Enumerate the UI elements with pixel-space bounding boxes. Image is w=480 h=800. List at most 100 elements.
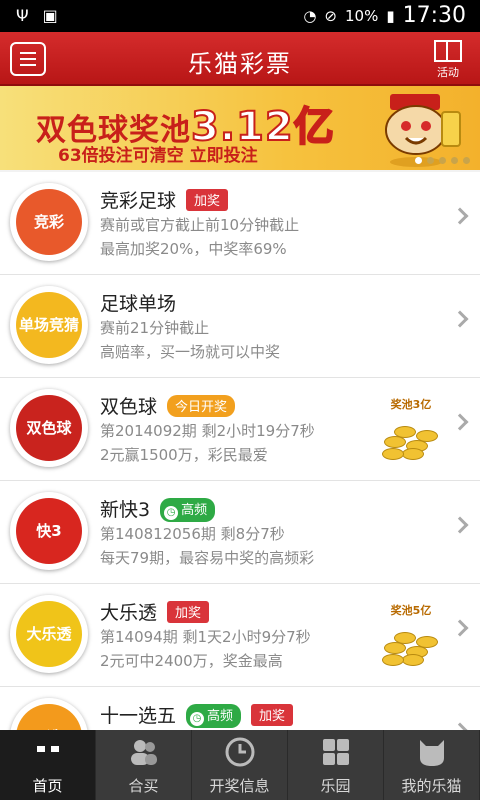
chevron-right-icon <box>451 722 469 730</box>
lottery-name-text: 大乐透 <box>100 602 158 624</box>
lottery-row[interactable]: 大乐透 大乐透 加奖第14094期 剩1天2小时9分7秒 2元可中2400万，奖金最高… <box>0 584 480 687</box>
coin-shape <box>402 448 424 460</box>
lottery-name: 大乐透 加奖 <box>100 598 210 625</box>
people-icon <box>96 736 191 768</box>
banner-pager <box>415 157 470 164</box>
coin-shape <box>394 632 416 644</box>
lottery-logo-text: 大乐透 <box>16 601 82 667</box>
lottery-logo-text: 竞彩 <box>16 189 82 255</box>
lottery-name-text: 十一选五 <box>100 705 177 727</box>
chevron-right-icon <box>451 413 469 431</box>
lottery-logo-text: 快3 <box>16 498 82 564</box>
lottery-desc-line: 每天79期，最容易中奖的高频彩 <box>100 549 315 567</box>
lottery-row[interactable]: 竞彩 竞彩足球 加奖赛前或官方截止前10分钟截止 最高加奖20%，中奖率69% <box>0 172 480 275</box>
lottery-name: 双色球 今日开奖 <box>100 392 236 419</box>
lottery-tag-text: 今日开奖 <box>175 400 228 415</box>
clock-icon: ◷ <box>190 712 205 726</box>
jackpot-coins-icon: 奖池3亿 <box>378 396 444 462</box>
lottery-name: 足球单场 <box>100 289 176 316</box>
lottery-desc-line: 高赔率，买一场就可以中奖 <box>100 343 281 361</box>
jackpot-label: 奖池3亿 <box>390 398 432 411</box>
lottery-info-line: 第14094期 剩1天2小时9分7秒 <box>100 628 311 646</box>
coin-shape <box>382 654 404 666</box>
tab-cat[interactable]: 我的乐猫 <box>384 730 480 800</box>
lottery-logo-text: 单场竞猜 <box>16 292 82 358</box>
tab-label: 开奖信息 <box>209 777 270 795</box>
tab-label: 乐园 <box>320 777 351 795</box>
lottery-name: 十一选五 ◷ 高频 加奖 <box>100 701 294 728</box>
promo-banner[interactable]: 双色球奖池3.12亿 63倍投注可清空 立即投注 <box>0 86 480 170</box>
lottery-tag-text: 高频 <box>181 503 208 518</box>
home-icon <box>0 736 95 768</box>
lottery-name-text: 双色球 <box>100 396 158 418</box>
wifi-icon: ◔ <box>303 6 317 25</box>
tab-clock[interactable]: 开奖信息 <box>192 730 288 800</box>
banner-subline: 63倍投注可清空 立即投注 <box>58 146 258 166</box>
coin-shape <box>394 426 416 438</box>
chevron-right-icon <box>451 516 469 534</box>
lottery-tag: 加奖 <box>186 189 229 211</box>
chevron-right-icon <box>451 619 469 637</box>
lottery-row[interactable]: 快3 新快3 ◷ 高频第140812056期 剩8分7秒每天79期，最容易中奖的高频彩 <box>0 481 480 584</box>
page-title: 乐猫彩票 <box>188 50 292 78</box>
lottery-desc-line: 2元可中2400万，奖金最高 <box>100 652 283 670</box>
lottery-row[interactable]: 11选5十一选五◷高频加奖第14081252期 剩8分7秒 <box>0 687 480 730</box>
lottery-tag-text: 加奖 <box>259 709 286 724</box>
lottery-logo-text: 11选5 <box>16 704 82 730</box>
lottery-logo-text: 双色球 <box>16 395 82 461</box>
lottery-tag-text: 加奖 <box>194 194 221 209</box>
lottery-tag-text: 高频 <box>207 709 234 724</box>
chevron-right-icon <box>451 207 469 225</box>
battery-percent: 10% <box>344 6 379 25</box>
chevron-right-icon <box>451 310 469 328</box>
lottery-name-text: 新快3 <box>100 499 151 521</box>
coin-shape <box>402 654 424 666</box>
lottery-logo: 大乐透 <box>10 595 88 673</box>
coin-shape <box>382 448 404 460</box>
battery-icon: ▮ <box>386 6 395 25</box>
clock-icon <box>192 736 287 768</box>
cat-icon <box>384 736 479 768</box>
lottery-desc-line: 最高加奖20%，中奖率69% <box>100 240 287 258</box>
tab-people[interactable]: 合买 <box>96 730 192 800</box>
lottery-logo: 双色球 <box>10 389 88 467</box>
grid-icon <box>288 736 383 768</box>
lottery-tag: ◷ 高频 <box>186 704 242 728</box>
lottery-tag-text: 加奖 <box>175 606 202 621</box>
tab-label: 首页 <box>32 777 63 795</box>
lottery-row[interactable]: 双色球 双色球 今日开奖第2014092期 剩2小时19分7秒 2元赢1500万，彩民… <box>0 378 480 481</box>
activity-button[interactable]: 活动 <box>428 36 468 82</box>
app-header: 乐猫彩票 活动 <box>0 32 480 86</box>
lottery-tag: 加奖 <box>167 601 210 623</box>
lottery-row[interactable]: 单场竞猜 足球单场赛前21分钟截止高赔率，买一场就可以中奖 <box>0 275 480 378</box>
sdcard-icon: ▣ <box>42 6 58 25</box>
no-sim-icon: ⊘ <box>324 6 337 25</box>
lottery-name-text: 足球单场 <box>100 293 177 315</box>
lottery-desc-line: 2元赢1500万，彩民最爱 <box>100 446 268 464</box>
lottery-logo: 11选5 <box>10 698 88 730</box>
lottery-info-line: 赛前21分钟截止 <box>100 319 210 337</box>
lottery-logo: 竞彩 <box>10 183 88 261</box>
lottery-tag: 加奖 <box>251 704 294 726</box>
lottery-name-text: 竞彩足球 <box>100 190 177 212</box>
lottery-info-line: 赛前或官方截止前10分钟截止 <box>100 216 300 234</box>
lottery-info-line: 第2014092期 剩2小时19分7秒 <box>100 422 315 440</box>
lottery-list: 竞彩 竞彩足球 加奖 赛前或官方截止前10分钟截止 最高加奖20%，中奖率69% 单场竞猜… <box>0 172 480 730</box>
tab-label: 合买 <box>128 777 159 795</box>
bottom-tab-bar: 首页 合买 开奖信息 乐园 我的乐猫 <box>0 730 480 800</box>
tab-home[interactable]: 首页 <box>0 730 96 800</box>
clock-icon: ◷ <box>164 506 179 520</box>
tab-grid[interactable]: 乐园 <box>288 730 384 800</box>
clock: 17:30 <box>402 3 466 28</box>
lottery-logo: 快3 <box>10 492 88 570</box>
lottery-info-line: 第140812056期 剩8分7秒 <box>100 525 285 543</box>
gift-icon <box>434 40 462 62</box>
lottery-tag: 今日开奖 <box>167 395 236 417</box>
lottery-logo: 单场竞猜 <box>10 286 88 364</box>
lottery-tag: ◷ 高频 <box>160 498 216 522</box>
lottery-name: 新快3 ◷ 高频 <box>100 495 216 522</box>
status-bar: Ψ ▣ ◔ ⊘ 10% ▮ 17:30 <box>0 0 480 32</box>
coin-shape <box>416 430 438 442</box>
coin-shape <box>416 636 438 648</box>
usb-icon: Ψ <box>16 6 29 25</box>
